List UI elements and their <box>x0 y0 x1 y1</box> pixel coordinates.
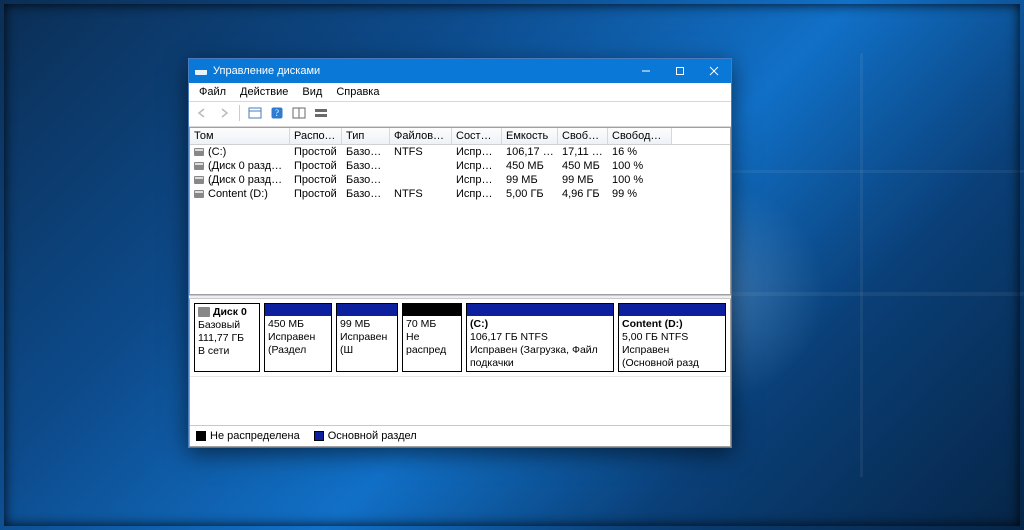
refresh-icon[interactable] <box>290 104 308 122</box>
disk-panel: Диск 0 Базовый 111,77 ГБ В сети 450 МБИс… <box>189 299 731 447</box>
col-status[interactable]: Состояние <box>452 128 502 144</box>
col-volume[interactable]: Том <box>190 128 290 144</box>
disk-status: В сети <box>198 345 256 358</box>
volumes-header[interactable]: Том Располо… Тип Файловая с… Состояние Е… <box>190 128 730 145</box>
disk-info-box[interactable]: Диск 0 Базовый 111,77 ГБ В сети <box>194 303 260 372</box>
col-capacity[interactable]: Емкость <box>502 128 558 144</box>
disk-management-window: Управление дисками Файл Действие Вид Спр… <box>188 58 732 448</box>
partition-primary[interactable]: (C:)106,17 ГБ NTFSИсправен (Загрузка, Фа… <box>466 303 614 372</box>
app-icon <box>194 64 208 78</box>
disk-icon <box>198 307 210 317</box>
menu-help[interactable]: Справка <box>330 85 385 99</box>
disk-type: Базовый <box>198 319 256 332</box>
nav-forward-button[interactable] <box>215 104 233 122</box>
col-freepct[interactable]: Свободно % <box>608 128 672 144</box>
col-type[interactable]: Тип <box>342 128 390 144</box>
svg-text:?: ? <box>275 108 279 118</box>
menu-action[interactable]: Действие <box>234 85 294 99</box>
drive-icon <box>194 162 204 170</box>
toolbar-properties-icon[interactable] <box>246 104 264 122</box>
table-row[interactable]: Content (D:)ПростойБазовыйNTFSИсправен…5… <box>190 187 730 201</box>
partition-primary[interactable]: Content (D:)5,00 ГБ NTFSИсправен (Основн… <box>618 303 726 372</box>
help-icon[interactable]: ? <box>268 104 286 122</box>
drive-icon <box>194 190 204 198</box>
table-row[interactable]: (Диск 0 раздел 1)ПростойБазовыйИсправен…… <box>190 159 730 173</box>
toolbar: ? <box>189 102 731 127</box>
volumes-table[interactable]: Том Располо… Тип Файловая с… Состояние Е… <box>189 127 731 295</box>
legend-bar: Не распределена Основной раздел <box>190 425 730 446</box>
partition-unallocated[interactable]: 70 МБНе распред <box>402 303 462 372</box>
menu-file[interactable]: Файл <box>193 85 232 99</box>
partition-primary[interactable]: 450 МБИсправен (Раздел <box>264 303 332 372</box>
disk-label: Диск 0 <box>213 306 247 318</box>
window-title: Управление дисками <box>213 65 629 77</box>
close-button[interactable] <box>697 59 731 83</box>
menu-view[interactable]: Вид <box>296 85 328 99</box>
col-free[interactable]: Свободн… <box>558 128 608 144</box>
disk-size: 111,77 ГБ <box>198 332 256 345</box>
menubar: Файл Действие Вид Справка <box>189 83 731 102</box>
table-row[interactable]: (Диск 0 раздел 2)ПростойБазовыйИсправен…… <box>190 173 730 187</box>
list-icon[interactable] <box>312 104 330 122</box>
titlebar[interactable]: Управление дисками <box>189 59 731 83</box>
legend-unallocated: Не распределена <box>196 430 300 442</box>
nav-back-button[interactable] <box>193 104 211 122</box>
col-filesystem[interactable]: Файловая с… <box>390 128 452 144</box>
drive-icon <box>194 148 204 156</box>
maximize-button[interactable] <box>663 59 697 83</box>
legend-primary: Основной раздел <box>314 430 417 442</box>
table-row[interactable]: (C:)ПростойБазовыйNTFSИсправен…106,17 ГБ… <box>190 145 730 159</box>
partition-primary[interactable]: 99 МБИсправен (Ш <box>336 303 398 372</box>
minimize-button[interactable] <box>629 59 663 83</box>
drive-icon <box>194 176 204 184</box>
disk-row[interactable]: Диск 0 Базовый 111,77 ГБ В сети 450 МБИс… <box>190 299 730 377</box>
col-layout[interactable]: Располо… <box>290 128 342 144</box>
